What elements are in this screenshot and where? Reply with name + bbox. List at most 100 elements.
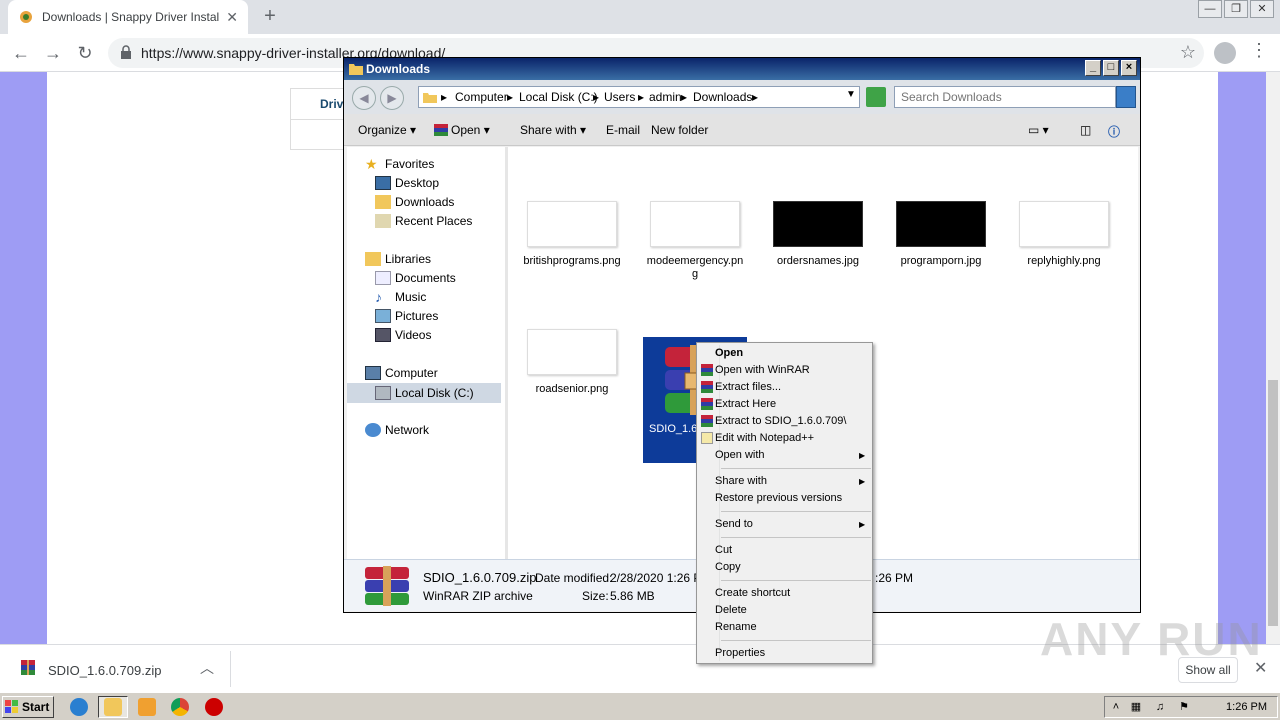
new-tab-button[interactable]: + [258,4,282,28]
breadcrumb-separator-icon[interactable]: ▸ [681,90,687,104]
browser-tab[interactable]: Downloads | Snappy Driver Installer ✕ [8,0,248,34]
open-button[interactable]: Open ▾ [434,123,490,137]
forward-icon[interactable]: → [40,40,66,66]
winrar-icon [701,364,713,376]
explorer-minimize-button[interactable]: _ [1085,60,1101,76]
tray-expand-icon[interactable]: ˄ [1109,701,1123,714]
menu-item-extract-to[interactable]: Extract to SDIO_1.6.0.709\ [715,413,846,430]
breadcrumb-separator-icon[interactable]: ▸ [441,90,447,104]
menu-item-delete[interactable]: Delete [715,602,747,619]
nav-documents[interactable]: Documents [375,269,456,287]
file-thumbnail [650,201,740,247]
chrome-menu-icon[interactable]: ⋮ [1250,40,1268,61]
address-dropdown-icon[interactable]: ▼ [846,89,856,100]
menu-item-create-shortcut[interactable]: Create shortcut [715,585,790,602]
bookmark-star-icon[interactable]: ☆ [1180,42,1196,63]
new-folder-button[interactable]: New folder [651,123,708,137]
preview-pane-icon[interactable]: ◫ [1080,123,1091,137]
nav-desktop[interactable]: Desktop [375,174,439,192]
nav-local-disk[interactable]: Local Disk (C:) [375,384,474,402]
breadcrumb-computer[interactable]: Computer [455,90,508,104]
search-icon[interactable] [1116,86,1136,108]
file-item[interactable]: ordersnames.jpg [768,201,868,268]
share-with-button[interactable]: Share with ▾ [520,123,586,137]
menu-item-send-to[interactable]: Send to [715,516,753,533]
explorer-title-bar[interactable]: Downloads _ □ × [344,58,1140,80]
menu-item-open[interactable]: Open [715,345,743,362]
email-button[interactable]: E-mail [606,123,640,137]
nav-videos[interactable]: Videos [375,326,431,344]
chevron-up-icon[interactable]: ︿ [200,658,214,678]
search-input[interactable] [894,86,1116,108]
site-divider [291,119,351,120]
file-item[interactable]: roadsenior.png [522,329,622,396]
breadcrumb-users[interactable]: Users [604,90,635,104]
file-item[interactable]: replyhighly.png [1014,201,1114,268]
start-button[interactable]: Start [2,696,54,718]
nav-pictures[interactable]: Pictures [375,307,438,325]
breadcrumb-local-disk[interactable]: Local Disk (C:) [519,90,598,104]
page-side-band-right [1218,72,1266,644]
action-center-flag-icon[interactable]: ⚑ [1177,701,1191,714]
menu-item-share-with[interactable]: Share with [715,473,767,490]
network-tray-icon[interactable]: ▦ [1129,701,1143,714]
taskbar-clock[interactable]: 1:26 PM [1226,701,1267,713]
reload-icon[interactable]: ↻ [72,40,98,66]
explorer-forward-icon[interactable]: ▶ [380,86,404,110]
back-icon[interactable]: ← [8,40,34,66]
nav-downloads[interactable]: Downloads [375,193,454,211]
menu-item-open-with-winrar[interactable]: Open with WinRAR [715,362,810,379]
nav-computer[interactable]: Computer [365,364,438,382]
breadcrumb-separator-icon[interactable]: ▸ [593,90,599,104]
browser-tab-bar: Downloads | Snappy Driver Installer ✕ + … [0,0,1280,34]
menu-item-copy[interactable]: Copy [715,559,741,576]
notepadpp-icon [701,432,713,444]
menu-item-edit-notepadpp[interactable]: Edit with Notepad++ [715,430,814,447]
system-tray: ˄ ▦ ♫ ⚑ 1:26 PM [1104,696,1278,718]
explorer-close-button[interactable]: × [1121,60,1137,76]
stop-icon[interactable] [205,698,223,716]
breadcrumb-separator-icon[interactable]: ▸ [507,90,513,104]
explorer-back-icon[interactable]: ◀ [352,86,376,110]
menu-item-extract-here[interactable]: Extract Here [715,396,776,413]
nav-favorites[interactable]: ★ Favorites [365,155,434,173]
file-item[interactable]: programporn.jpg [891,201,991,268]
scrollbar-thumb[interactable] [1268,380,1278,626]
menu-item-cut[interactable]: Cut [715,542,732,559]
refresh-icon[interactable] [866,87,886,107]
explorer-taskbar-icon[interactable] [104,698,122,716]
file-item[interactable]: modeemergency.png [645,201,745,281]
close-button[interactable]: ✕ [1250,0,1274,18]
chrome-icon[interactable] [171,698,189,716]
breadcrumb-separator-icon[interactable]: ▸ [638,90,644,104]
view-options-icon[interactable]: ▭ ▾ [1028,123,1049,137]
nav-music[interactable]: ♪ Music [375,288,426,306]
explorer-maximize-button[interactable]: □ [1103,60,1119,76]
menu-item-rename[interactable]: Rename [715,619,757,636]
help-icon[interactable]: ⓘ [1108,123,1120,140]
page-scrollbar[interactable] [1266,72,1280,644]
breadcrumb-downloads[interactable]: Downloads [693,90,752,104]
nav-network[interactable]: Network [365,421,429,439]
profile-avatar-icon[interactable] [1214,42,1236,64]
menu-item-extract-files[interactable]: Extract files... [715,379,781,396]
menu-item-properties[interactable]: Properties [715,645,765,662]
menu-item-open-with[interactable]: Open with [715,447,765,464]
organize-button[interactable]: Organize ▾ [358,123,416,137]
site-partial-text[interactable]: Driv [320,97,343,111]
ie-icon[interactable] [70,698,88,716]
nav-recent-places[interactable]: Recent Places [375,212,472,230]
breadcrumb[interactable]: ▸ Computer ▸ Local Disk (C:) ▸ Users ▸ a… [418,86,860,108]
file-item[interactable]: britishprograms.png [522,201,622,268]
download-item-name[interactable]: SDIO_1.6.0.709.zip [48,663,161,678]
media-player-icon[interactable] [138,698,156,716]
minimize-button[interactable]: — [1198,0,1222,18]
menu-item-restore-previous[interactable]: Restore previous versions [715,490,842,507]
restore-button[interactable]: ❐ [1224,0,1248,18]
tab-close-icon[interactable]: ✕ [226,9,238,26]
breadcrumb-separator-icon[interactable]: ▸ [752,90,758,104]
volume-icon[interactable]: ♫ [1153,701,1167,714]
nav-libraries[interactable]: Libraries [365,250,431,268]
breadcrumb-admin[interactable]: admin [649,90,682,104]
detail-type: WinRAR ZIP archive [423,589,533,603]
